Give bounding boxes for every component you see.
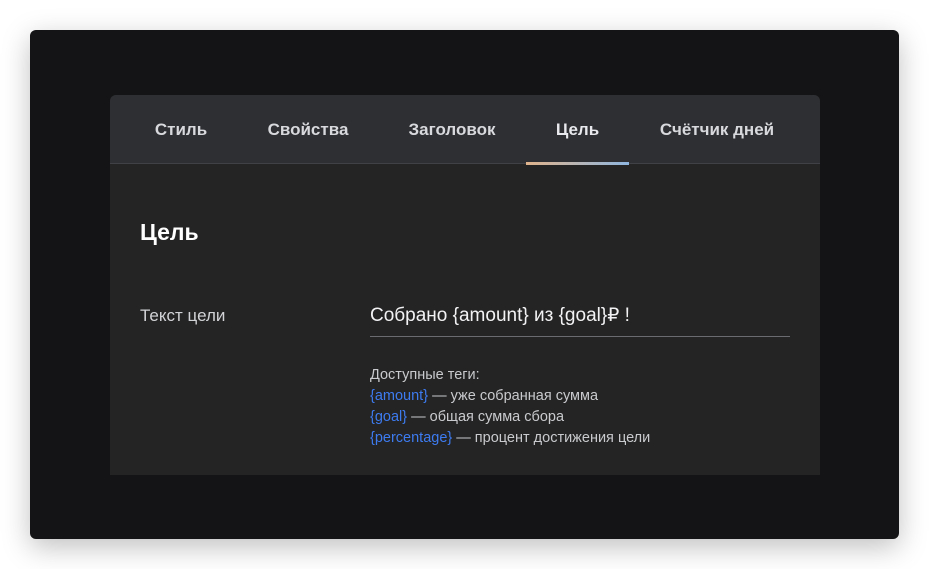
app-frame: Стиль Свойства Заголовок Цель Счётчик дн… [30,30,899,539]
section-title: Цель [140,219,199,245]
available-tags: Доступные теги: {amount} — уже собранная… [370,365,650,449]
tag-description: — процент достижения цели [452,430,651,446]
tab-goal-label: Цель [555,119,600,139]
settings-panel: Стиль Свойства Заголовок Цель Счётчик дн… [110,95,820,475]
tag-code-percentage: {percentage} [370,430,453,446]
tags-heading: Доступные теги: [370,367,480,383]
tag-item: {percentage} — процент достижения цели [370,428,650,449]
tag-description: — уже собранная сумма [428,388,599,404]
goal-text-label: Текст цели [140,306,226,325]
goal-text-input[interactable] [370,295,790,337]
tab-properties[interactable]: Свойства [253,95,363,164]
tab-goal[interactable]: Цель [526,95,629,165]
tab-header[interactable]: Заголовок [392,95,512,164]
active-tab-indicator [526,162,629,165]
tab-style[interactable]: Стиль [140,95,222,164]
tag-description: — общая сумма сбора [407,409,565,425]
tag-code-goal: {goal} [370,409,408,425]
tag-item: {goal} — общая сумма сбора [370,407,650,428]
tag-code-amount: {amount} [370,388,429,404]
tab-bar: Стиль Свойства Заголовок Цель Счётчик дн… [110,95,820,165]
tag-item: {amount} — уже собранная сумма [370,386,650,407]
tab-day-counter[interactable]: Счётчик дней [650,95,784,164]
